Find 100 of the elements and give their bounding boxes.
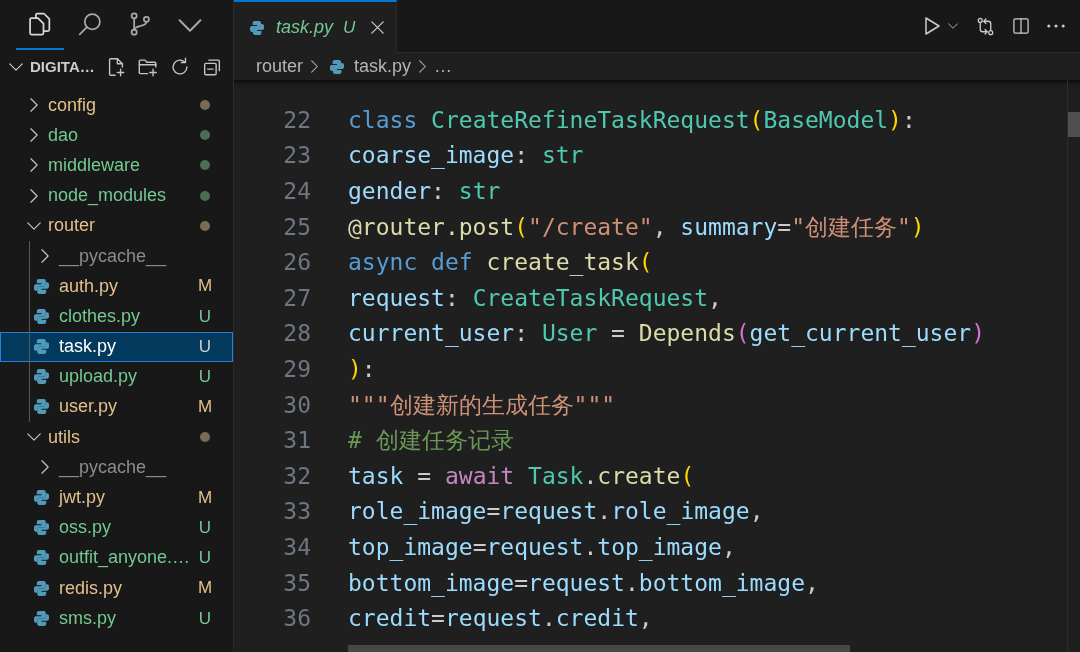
tree-item[interactable]: sms.py U (0, 603, 233, 634)
line-number: 33 (283, 497, 311, 526)
file-name: jwt.py (59, 486, 105, 510)
folder-name: dao (48, 123, 79, 147)
chevron-down-icon[interactable] (9, 63, 23, 71)
search-icon (76, 10, 104, 38)
folder-name: __pycache__ (59, 244, 167, 269)
line-number: 30 (283, 390, 311, 419)
new-folder-icon[interactable] (137, 56, 159, 78)
python-icon (34, 399, 49, 415)
folder-name: middleware (48, 153, 141, 177)
code-line: task = await Task.create( (348, 461, 695, 490)
line-number: 34 (283, 532, 311, 561)
python-icon (34, 490, 49, 506)
breadcrumb-item[interactable]: task.py (326, 53, 412, 80)
section-title: DIGITA… (30, 56, 95, 77)
code-line: class CreateRefineTaskRequest(BaseModel): (348, 105, 916, 134)
python-icon (34, 308, 49, 324)
line-number: 26 (283, 248, 311, 277)
git-status-label: M (197, 396, 213, 419)
tree-item[interactable]: outfit_anyone.… U (0, 542, 233, 573)
tree-item[interactable]: dao (0, 120, 233, 151)
line-number: 23 (283, 141, 311, 170)
code-line: bottom_image=request.bottom_image, (348, 568, 819, 597)
code-line: @router.post("/create", summary="创建任务") (348, 212, 925, 241)
python-icon (34, 580, 49, 596)
tree-item[interactable]: redis.py M (0, 573, 233, 604)
line-number: 32 (283, 461, 311, 490)
run-icon[interactable] (925, 17, 940, 35)
python-icon (34, 369, 49, 385)
tree-item[interactable]: task.py U (0, 331, 233, 362)
tree-item[interactable]: user.py M (0, 391, 233, 423)
git-status-label: U (198, 516, 212, 539)
line-number: 36 (283, 604, 311, 633)
editor-tab[interactable]: task.py U (234, 0, 398, 53)
file-name: task.py (59, 335, 117, 359)
python-icon (34, 550, 49, 566)
code-line: """创建新的生成任务""" (348, 390, 616, 419)
git-status-label: M (197, 577, 213, 600)
chevron-right-icon (311, 60, 319, 73)
tree-item[interactable]: oss.py U (0, 512, 233, 543)
scrollbar-thumb[interactable] (1068, 112, 1080, 137)
code-line: credit=request.credit, (348, 604, 653, 633)
chevron-down-icon[interactable] (178, 18, 202, 32)
code-line: top_image=request.top_image, (348, 532, 736, 561)
split-editor-icon[interactable] (1011, 16, 1031, 36)
file-name: sms.py (59, 606, 116, 630)
tree-item[interactable]: config (0, 90, 233, 121)
git-status-label: M (197, 275, 213, 298)
collapse-all-icon[interactable] (201, 56, 223, 78)
python-icon (250, 20, 264, 35)
folder-name: __pycache__ (59, 455, 167, 480)
line-number: 35 (283, 568, 311, 597)
python-icon (34, 520, 49, 536)
tree-item[interactable]: auth.py M (0, 271, 233, 302)
line-number: 25 (283, 212, 311, 241)
line-number: 24 (283, 177, 311, 205)
folder-name: config (48, 93, 97, 117)
line-number: 27 (283, 283, 311, 312)
git-status-label: U (198, 335, 212, 358)
git-status-label: U (343, 16, 356, 39)
more-icon[interactable] (1047, 24, 1065, 28)
git-status-label: U (198, 366, 212, 389)
tree-item[interactable]: jwt.py M (0, 482, 233, 513)
code-line: coarse_image: str (348, 141, 584, 170)
scrollbar-thumb[interactable] (348, 645, 850, 652)
code-line: role_image=request.role_image, (348, 497, 764, 526)
file-name: user.py (59, 395, 118, 419)
python-icon (34, 278, 49, 294)
tree-item[interactable]: clothes.py U (0, 301, 233, 332)
code-line: gender: str (348, 177, 501, 205)
tree-item[interactable]: router (0, 210, 233, 241)
code-line: request: CreateTaskRequest, (348, 283, 722, 312)
tree-item[interactable]: middleware (0, 150, 233, 181)
breadcrumb-item[interactable]: … (434, 53, 453, 80)
tree-item[interactable]: utils (0, 422, 233, 453)
code-line: # 创建任务记录 (348, 426, 514, 455)
code-line: current_user: User = Depends(get_current_user) (348, 319, 986, 348)
line-number: 31 (283, 426, 311, 455)
code-line: async def create_task( (348, 248, 653, 277)
tree-item[interactable]: upload.py U (0, 361, 233, 392)
git-status-label: U (198, 547, 212, 570)
file-name: clothes.py (59, 304, 141, 328)
git-status-label: U (198, 607, 212, 630)
chevron-down-icon[interactable] (948, 23, 958, 29)
line-number: 28 (283, 319, 311, 348)
python-icon (330, 59, 345, 74)
line-number: 29 (283, 354, 311, 383)
git-status-label: M (197, 486, 213, 509)
python-icon (34, 610, 49, 626)
tree-item[interactable]: node_modules (0, 180, 233, 211)
tree-item[interactable]: __pycache__ (0, 240, 233, 272)
file-name: auth.py (59, 274, 119, 298)
folder-name: router (48, 214, 96, 238)
compare-changes-icon[interactable] (975, 15, 996, 37)
tree-item[interactable]: __pycache__ (0, 452, 233, 483)
breadcrumb-item[interactable]: router (256, 53, 304, 80)
file-name: redis.py (59, 576, 123, 600)
close-icon[interactable] (371, 21, 385, 34)
line-number: 22 (283, 105, 311, 134)
